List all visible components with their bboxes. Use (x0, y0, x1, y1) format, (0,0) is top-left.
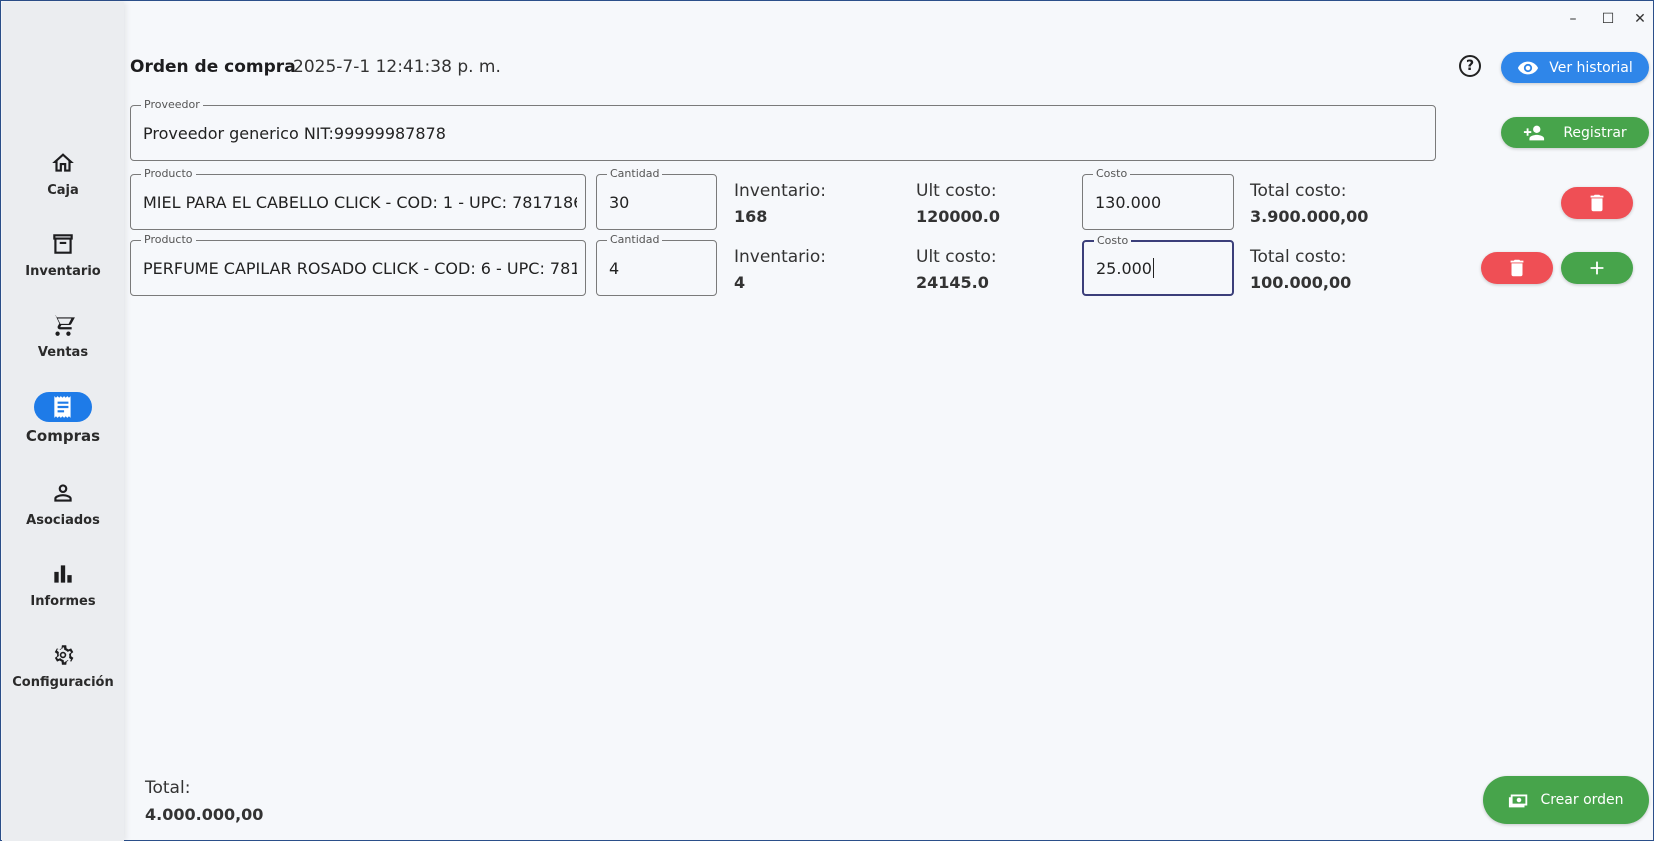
sidebar-item-configuracion[interactable]: Configuración (2, 640, 124, 704)
sidebar-item-label: Asociados (26, 513, 100, 528)
home-icon (34, 148, 92, 178)
help-icon[interactable]: ? (1459, 55, 1481, 77)
cost-value: 25.000 (1096, 258, 1152, 278)
sidebar-item-label: Ventas (37, 345, 89, 360)
view-history-label: Ver historial (1549, 59, 1633, 76)
receipt-icon (34, 392, 92, 422)
quantity-field[interactable]: Cantidad 4 (596, 233, 717, 296)
eye-icon (1518, 61, 1539, 74)
create-order-label: Crear orden (1540, 792, 1624, 808)
trash-icon (1510, 259, 1524, 277)
grand-total-value: 4.000.000,00 (145, 805, 264, 824)
sidebar-item-caja[interactable]: Caja (2, 148, 124, 212)
register-supplier-button[interactable]: Registrar (1501, 117, 1649, 148)
inventory-label: Inventario: (734, 247, 827, 267)
sidebar-item-label: Caja (47, 183, 79, 198)
maximize-button[interactable]: ☐ (1598, 9, 1618, 29)
supplier-value: Proveedor generico NIT:99999987878 (143, 123, 446, 143)
product-field[interactable]: Producto MIEL PARA EL CABELLO CLICK - CO… (130, 167, 586, 230)
sidebar-item-informes[interactable]: Informes (2, 559, 124, 623)
sidebar-item-compras[interactable]: Compras (2, 392, 124, 456)
quantity-field[interactable]: Cantidad 30 (596, 167, 717, 230)
cart-icon (34, 310, 92, 340)
trash-icon (1590, 194, 1604, 212)
inventory-label: Inventario: (734, 181, 827, 201)
total-cost-value: 3.900.000,00 (1250, 207, 1369, 226)
sidebar-item-label: Informes (30, 594, 96, 609)
product-field[interactable]: Producto PERFUME CAPILAR ROSADO CLICK - … (130, 233, 586, 296)
minimize-button[interactable]: – (1563, 9, 1583, 29)
bar-chart-icon (34, 559, 92, 589)
total-cost-label: Total costo: (1250, 181, 1347, 201)
last-cost-value: 120000.0 (916, 207, 1001, 226)
supplier-field[interactable]: Proveedor Proveedor generico NIT:9999998… (130, 98, 1436, 161)
quantity-value: 30 (609, 192, 630, 212)
page-title: Orden de compra (130, 57, 296, 77)
inventory-value: 168 (734, 207, 768, 226)
cost-field[interactable]: Costo 25.000 (1082, 234, 1234, 296)
total-cost-value: 100.000,00 (1250, 273, 1352, 292)
minimize-icon: – (1569, 11, 1577, 27)
cost-value-wrap: 25.000 (1096, 242, 1224, 294)
create-order-button[interactable]: Crear orden (1483, 776, 1649, 824)
sidebar-item-label: Compras (25, 427, 101, 445)
gear-icon (34, 640, 92, 670)
sidebar-item-asociados[interactable]: Asociados (2, 478, 124, 542)
cost-value: 130.000 (1095, 192, 1162, 212)
money-icon (1509, 794, 1528, 808)
close-icon: ✕ (1634, 11, 1646, 27)
sidebar: Caja Inventario Ventas Compras Asociados (2, 2, 124, 841)
view-history-button[interactable]: Ver historial (1501, 52, 1649, 83)
delete-row-button[interactable] (1481, 252, 1553, 284)
cost-field[interactable]: Costo 130.000 (1082, 167, 1234, 230)
plus-icon (1590, 261, 1604, 275)
add-row-button[interactable] (1561, 252, 1633, 284)
quantity-value: 4 (609, 258, 620, 278)
last-cost-label: Ult costo: (916, 247, 997, 267)
text-caret (1152, 258, 1154, 278)
app-window: Caja Inventario Ventas Compras Asociados (0, 0, 1654, 841)
last-cost-label: Ult costo: (916, 181, 997, 201)
delete-row-button[interactable] (1561, 187, 1633, 219)
archive-icon (34, 229, 92, 259)
maximize-icon: ☐ (1601, 11, 1615, 27)
last-cost-value: 24145.0 (916, 273, 989, 292)
person-icon (34, 478, 92, 508)
order-datetime: 2025-7-1 12:41:38 p. m. (293, 57, 501, 77)
product-value: PERFUME CAPILAR ROSADO CLICK - COD: 6 - … (143, 258, 577, 278)
sidebar-item-ventas[interactable]: Ventas (2, 310, 124, 374)
grand-total-label: Total: (145, 778, 191, 798)
product-value: MIEL PARA EL CABELLO CLICK - COD: 1 - UP… (143, 192, 577, 212)
add-person-icon (1524, 125, 1545, 140)
close-button[interactable]: ✕ (1630, 9, 1650, 29)
inventory-value: 4 (734, 273, 746, 292)
sidebar-item-label: Configuración (12, 675, 114, 690)
sidebar-item-label: Inventario (25, 264, 101, 279)
sidebar-item-inventario[interactable]: Inventario (2, 229, 124, 293)
register-label: Registrar (1563, 124, 1627, 141)
total-cost-label: Total costo: (1250, 247, 1347, 267)
